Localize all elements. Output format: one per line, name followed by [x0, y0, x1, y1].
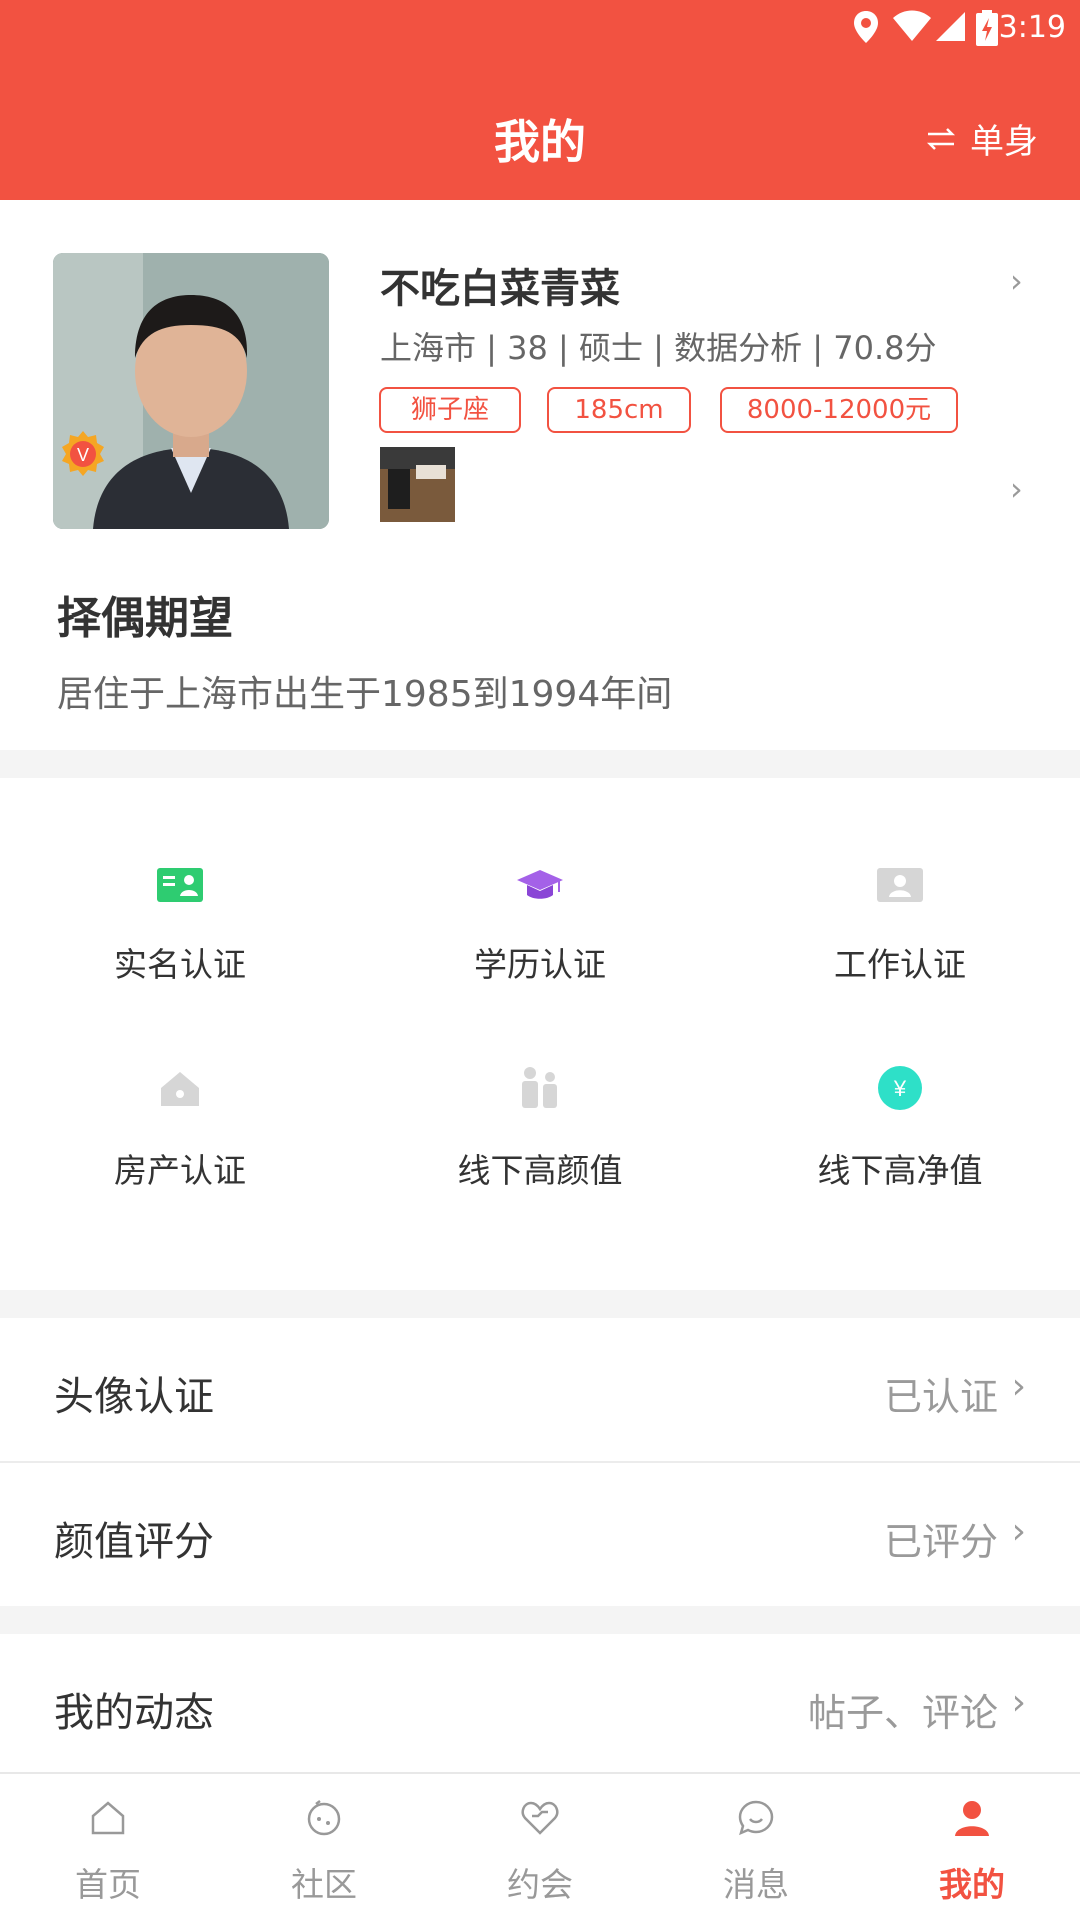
tab-home[interactable]: 首页 [0, 1774, 216, 1922]
profile-chevron-icon[interactable]: › [1010, 262, 1023, 300]
tag-zodiac: 狮子座 [379, 387, 521, 433]
house-icon [161, 1072, 199, 1106]
verify-offline-networth-label: 线下高净值 [817, 1151, 983, 1190]
list-item-label: 我的动态 [54, 1690, 214, 1736]
verified-badge-icon: V [62, 431, 104, 476]
tag-height: 185cm [547, 387, 691, 433]
avatar-photo [53, 253, 329, 529]
message-icon [738, 1800, 774, 1836]
photos-chevron-icon[interactable]: › [1010, 470, 1023, 508]
profile-meta: 上海市 | 38 | 硕士 | 数据分析 | 70.8分 [380, 329, 937, 367]
tab-messages-label: 消息 [723, 1865, 789, 1904]
location-icon [854, 11, 878, 43]
page-title: 我的 [494, 115, 586, 169]
tab-dating[interactable]: 约会 [432, 1774, 648, 1922]
tab-home-label: 首页 [75, 1865, 141, 1904]
verified-badge-text: V [77, 445, 89, 465]
list-item-label: 颜值评分 [54, 1519, 214, 1565]
yen-coin-icon: ¥ [878, 1066, 922, 1110]
list-item-label: 头像认证 [54, 1374, 214, 1420]
expectation-text: 居住于上海市出生于1985到1994年间 [57, 674, 673, 715]
verify-property-label: 房产认证 [114, 1151, 246, 1190]
tab-mine[interactable]: 我的 [864, 1774, 1080, 1922]
heart-icon [521, 1801, 559, 1835]
section-divider [0, 1290, 1080, 1318]
list-item-avatar-verification[interactable]: 头像认证 已认证 › [0, 1318, 1080, 1461]
verify-real-name-label: 实名认证 [114, 945, 246, 984]
section-divider [0, 750, 1080, 778]
signal-icon [936, 12, 965, 41]
status-time: 3:19 [998, 10, 1066, 45]
people-icon [522, 1067, 557, 1108]
tab-community-label: 社区 [291, 1865, 357, 1904]
battery-icon [976, 10, 998, 46]
tab-community[interactable]: 社区 [216, 1774, 432, 1922]
chevron-right-icon: › [1011, 1366, 1026, 1407]
chevron-right-icon: › [1011, 1682, 1026, 1723]
verify-education-label: 学历认证 [474, 945, 606, 984]
relationship-switch-button[interactable]: 单身 [926, 114, 1038, 163]
home-icon [91, 1801, 125, 1835]
list-item-value: 已认证 [883, 1375, 998, 1419]
list-item-value: 已评分 [883, 1520, 998, 1564]
photo-thumbnail[interactable] [380, 447, 455, 522]
expectation-title: 择偶期望 [57, 593, 233, 644]
tag-income: 8000-12000元 [720, 387, 958, 433]
person-icon [955, 1801, 989, 1836]
svg-text:¥: ¥ [893, 1076, 907, 1101]
list-item-value: 帖子、评论 [807, 1691, 998, 1735]
tab-messages[interactable]: 消息 [648, 1774, 864, 1922]
bottom-nav: 首页 社区 约会 消息 我的 [0, 1772, 1080, 1922]
photo-thumbnail-image [380, 447, 455, 522]
work-card-icon [877, 868, 923, 902]
graduation-cap-icon [517, 870, 563, 899]
verify-work-label: 工作认证 [834, 945, 966, 984]
community-icon [307, 1800, 341, 1836]
id-card-icon [157, 868, 203, 902]
header-bar: 3:19 我的 单身 [0, 0, 1080, 200]
avatar[interactable]: V [53, 253, 329, 529]
tab-dating-label: 约会 [507, 1865, 573, 1904]
relationship-status-label: 单身 [970, 122, 1038, 162]
switch-arrows-icon [926, 127, 956, 150]
list-item-my-posts[interactable]: 我的动态 帖子、评论 › [0, 1634, 1080, 1777]
profile-name: 不吃白菜青菜 [380, 266, 620, 312]
chevron-right-icon: › [1011, 1511, 1026, 1552]
wifi-icon [893, 10, 931, 41]
list-item-looks-score[interactable]: 颜值评分 已评分 › [0, 1463, 1080, 1606]
tab-mine-label: 我的 [939, 1865, 1005, 1904]
verify-offline-looks-label: 线下高颜值 [457, 1151, 623, 1190]
section-divider [0, 1606, 1080, 1634]
